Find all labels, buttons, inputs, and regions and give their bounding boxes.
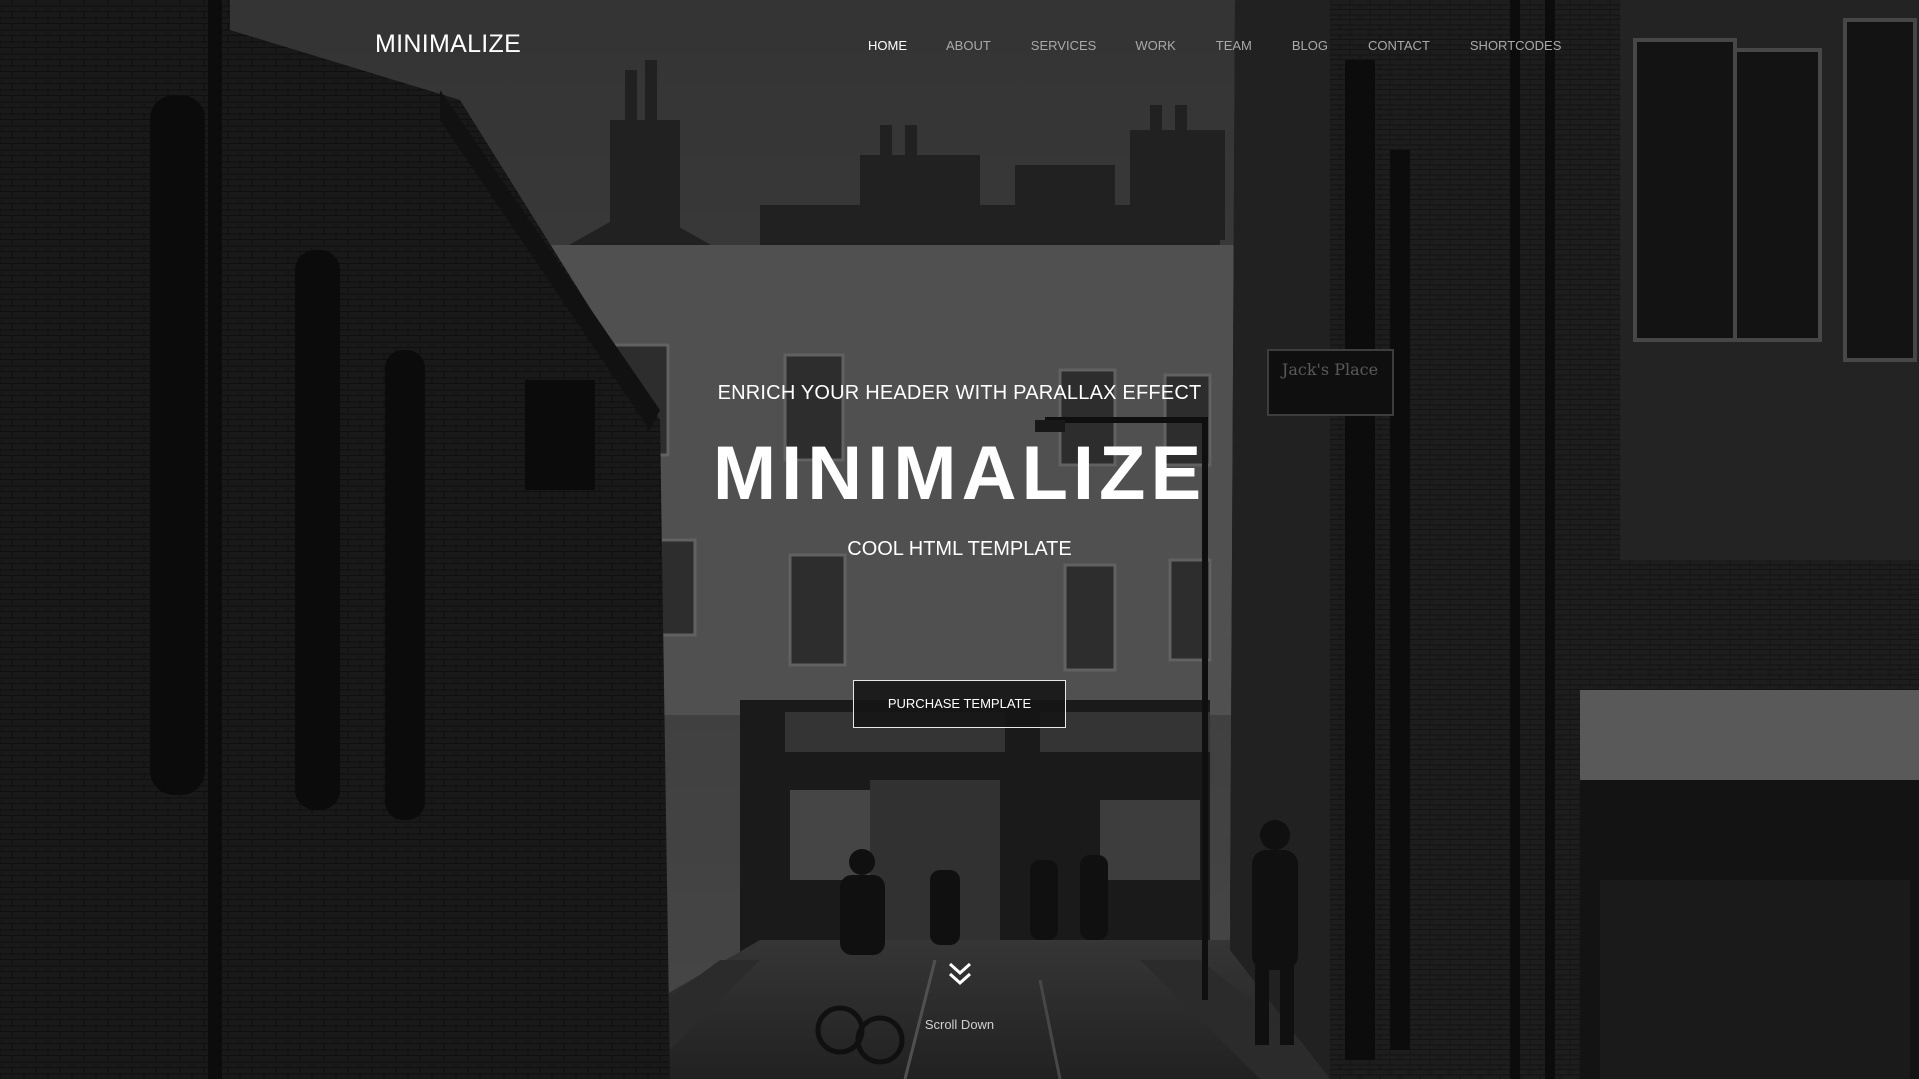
double-chevron-down-icon[interactable] — [947, 962, 973, 986]
scroll-down-label[interactable]: Scroll Down — [0, 1017, 1919, 1032]
purchase-template-button[interactable]: PURCHASE TEMPLATE — [853, 680, 1066, 728]
hero-subtitle: ENRICH YOUR HEADER WITH PARALLAX EFFECT — [717, 382, 1202, 404]
hero-tagline: COOL HTML TEMPLATE — [847, 538, 1072, 560]
hero-title: MINIMALIZE — [712, 431, 1207, 516]
hero-section: Jack's Place MINIMALIZE HOME ABOUT SERVI… — [0, 0, 1919, 1079]
hero-content: ENRICH YOUR HEADER WITH PARALLAX EFFECT … — [0, 0, 1919, 1079]
